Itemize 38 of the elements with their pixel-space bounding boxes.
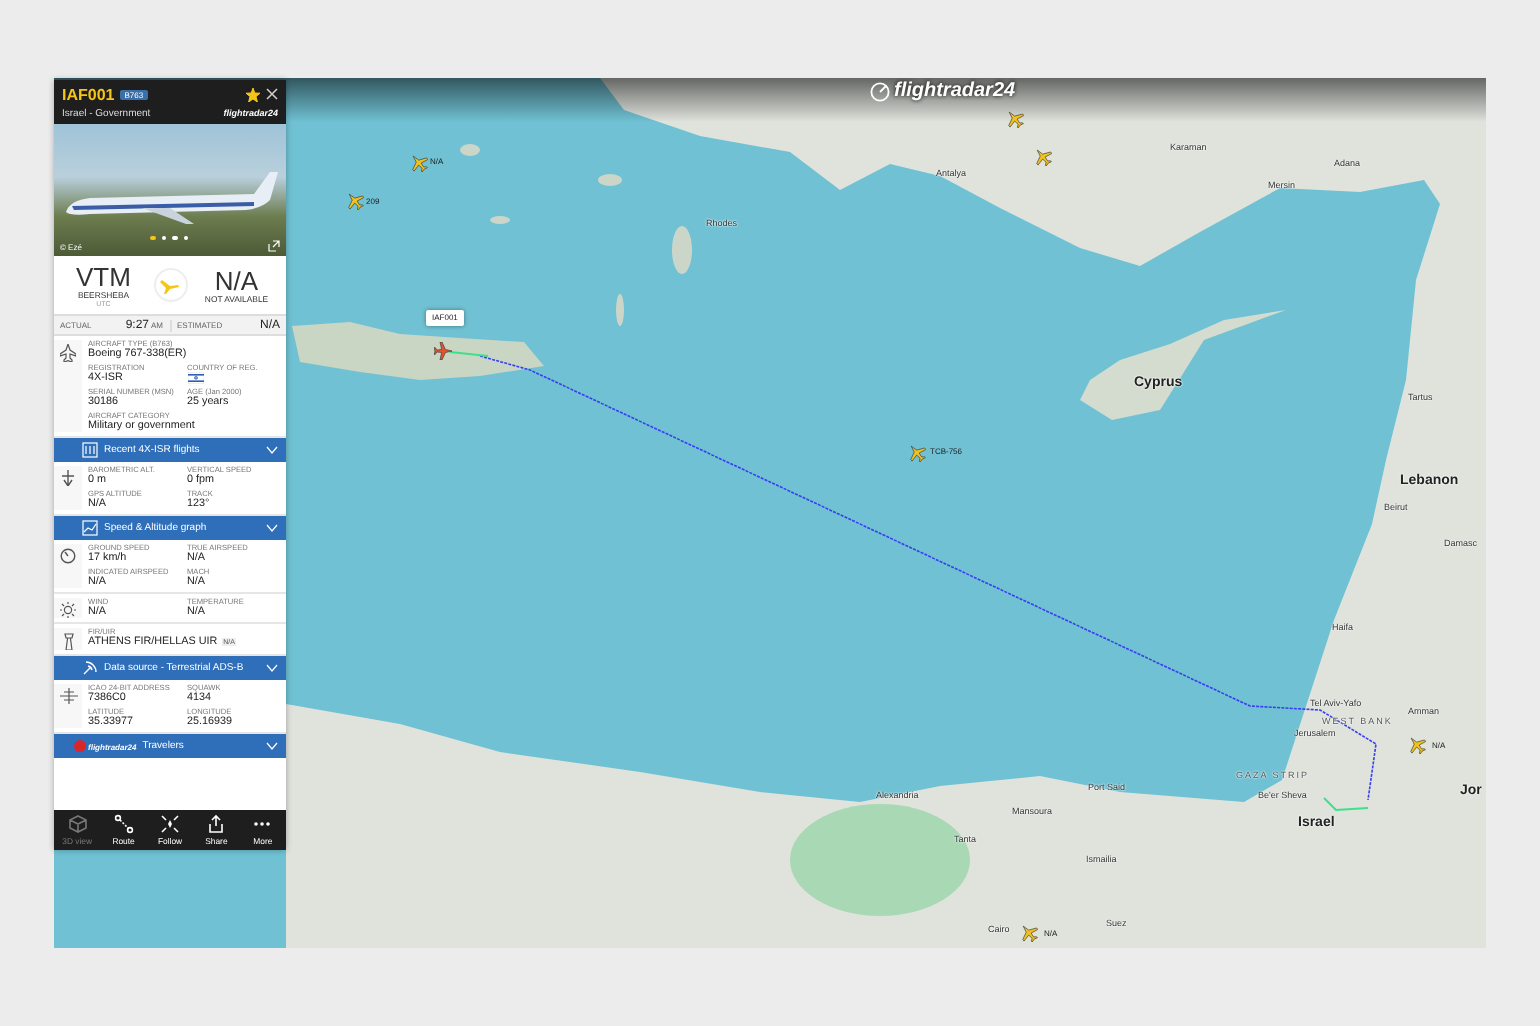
- close-icon[interactable]: [266, 88, 278, 100]
- cube-icon: [67, 814, 88, 834]
- airplane-icon[interactable]: [1408, 736, 1426, 754]
- weather-icon: [59, 602, 77, 618]
- star-icon[interactable]: [246, 87, 260, 101]
- airport-code: VTM: [76, 263, 131, 289]
- airplane-icon[interactable]: [1034, 148, 1052, 166]
- tower-icon: [61, 632, 75, 650]
- gauge-icon: [60, 548, 76, 564]
- plane-icon: [60, 344, 76, 362]
- plane-icon: [160, 277, 180, 293]
- airplane-icon[interactable]: [410, 154, 428, 172]
- list-icon: [82, 442, 98, 458]
- chevron-down-icon: [266, 446, 278, 454]
- carousel-dot[interactable]: [183, 235, 188, 240]
- logo-icon: [74, 740, 86, 752]
- route-icon: [113, 814, 134, 834]
- share-icon: [206, 814, 227, 834]
- altitude-icon: [60, 470, 76, 486]
- chevron-down-icon: [266, 524, 278, 532]
- carousel-dot[interactable]: [161, 235, 166, 240]
- antenna-icon: [82, 660, 98, 676]
- graph-icon: [82, 520, 98, 536]
- airplane-icon[interactable]: [346, 192, 364, 210]
- crosshair-icon: [160, 814, 180, 834]
- chevron-down-icon: [266, 664, 278, 672]
- flag-icon: [187, 372, 203, 384]
- flight-callsign: IAF001: [62, 85, 115, 103]
- brand-logo: flightradar24: [894, 80, 1016, 102]
- airplane-icon[interactable]: [1006, 110, 1024, 128]
- airplane-icon[interactable]: [908, 444, 926, 462]
- airplane-icon[interactable]: [434, 342, 452, 360]
- airport-code: N/A: [214, 267, 259, 293]
- carousel-dot[interactable]: [150, 235, 155, 240]
- airplane-icon[interactable]: [1020, 924, 1038, 942]
- chevron-down-icon: [266, 742, 278, 750]
- external-link-icon[interactable]: [268, 240, 280, 252]
- carousel-dot[interactable]: [172, 235, 177, 240]
